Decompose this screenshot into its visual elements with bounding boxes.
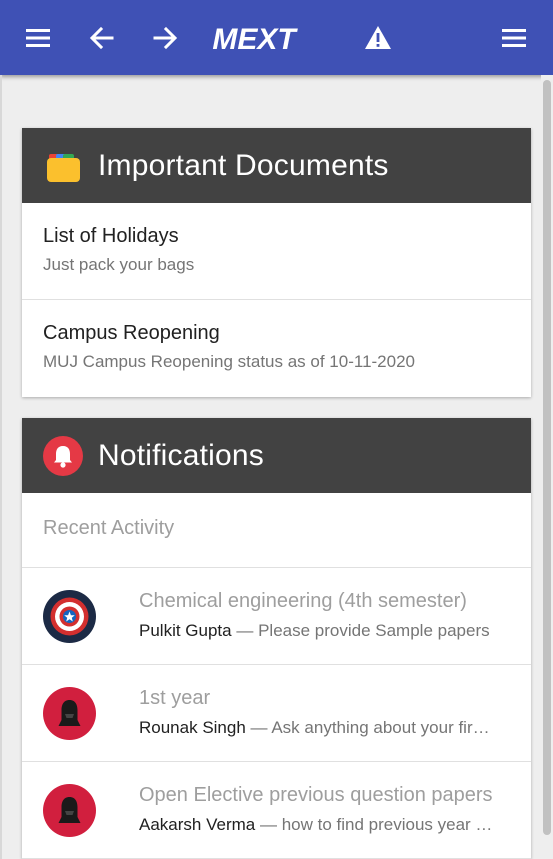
notification-text: Chemical engineering (4th semester) Pulk… bbox=[139, 590, 494, 641]
notifications-card: Notifications Recent Activity Chemical e… bbox=[22, 418, 531, 859]
notification-author: Pulkit Gupta bbox=[139, 621, 232, 640]
notification-line: Aakarsh Verma — how to find previous yea… bbox=[139, 815, 494, 835]
notification-item[interactable]: 1st year Rounak Singh — Ask anything abo… bbox=[22, 665, 531, 762]
notification-message: Please provide Sample papers bbox=[258, 621, 490, 640]
document-subtitle: Just pack your bags bbox=[43, 255, 195, 274]
shield-avatar bbox=[43, 590, 96, 643]
document-title: Campus Reopening bbox=[43, 322, 220, 344]
scrollbar-thumb[interactable] bbox=[543, 80, 551, 835]
app-bar: MEXT bbox=[0, 0, 553, 75]
menu-icon[interactable] bbox=[19, 19, 57, 57]
notification-title: 1st year bbox=[139, 687, 211, 709]
notification-item[interactable]: Open Elective previous question papers A… bbox=[22, 762, 531, 859]
notification-line: Pulkit Gupta — Please provide Sample pap… bbox=[139, 621, 494, 641]
helmet-avatar bbox=[43, 687, 96, 740]
notification-separator: — bbox=[259, 815, 277, 834]
helmet-avatar bbox=[43, 784, 96, 837]
notification-separator: — bbox=[236, 621, 254, 640]
notification-author: Rounak Singh bbox=[139, 718, 246, 737]
bell-icon bbox=[43, 435, 83, 476]
document-subtitle: MUJ Campus Reopening status as of 10-11-… bbox=[43, 352, 415, 371]
documents-header: Important Documents bbox=[22, 128, 531, 203]
notifications-header: Notifications bbox=[22, 418, 531, 493]
recent-activity-label: Recent Activity bbox=[22, 493, 531, 568]
notification-item[interactable]: Chemical engineering (4th semester) Pulk… bbox=[22, 568, 531, 665]
notification-title: Chemical engineering (4th semester) bbox=[139, 590, 467, 612]
page-edge bbox=[0, 75, 2, 859]
back-arrow-icon[interactable] bbox=[83, 19, 121, 57]
folder-icon bbox=[43, 146, 83, 186]
document-item[interactable]: Campus Reopening MUJ Campus Reopening st… bbox=[22, 300, 531, 397]
documents-title: Important Documents bbox=[98, 148, 389, 182]
notification-text: 1st year Rounak Singh — Ask anything abo… bbox=[139, 687, 494, 738]
notification-message: Ask anything about your first year bbox=[271, 718, 494, 737]
logo-text: MEXT bbox=[212, 23, 298, 56]
notification-line: Rounak Singh — Ask anything about your f… bbox=[139, 718, 494, 738]
forward-arrow-icon[interactable] bbox=[146, 19, 184, 57]
notification-text: Open Elective previous question papers A… bbox=[139, 784, 494, 835]
notifications-title: Notifications bbox=[98, 438, 265, 472]
document-title: List of Holidays bbox=[43, 225, 179, 247]
mext-logo[interactable]: MEXT bbox=[209, 13, 299, 63]
warning-icon[interactable] bbox=[359, 19, 397, 57]
notification-author: Aakarsh Verma bbox=[139, 815, 256, 834]
document-item[interactable]: List of Holidays Just pack your bags bbox=[22, 203, 531, 300]
documents-card: Important Documents List of Holidays Jus… bbox=[22, 128, 531, 397]
menu-icon[interactable] bbox=[495, 19, 533, 57]
notification-title: Open Elective previous question papers bbox=[139, 784, 493, 806]
notification-separator: — bbox=[250, 718, 268, 737]
notification-message: how to find previous year papers bbox=[281, 815, 494, 834]
